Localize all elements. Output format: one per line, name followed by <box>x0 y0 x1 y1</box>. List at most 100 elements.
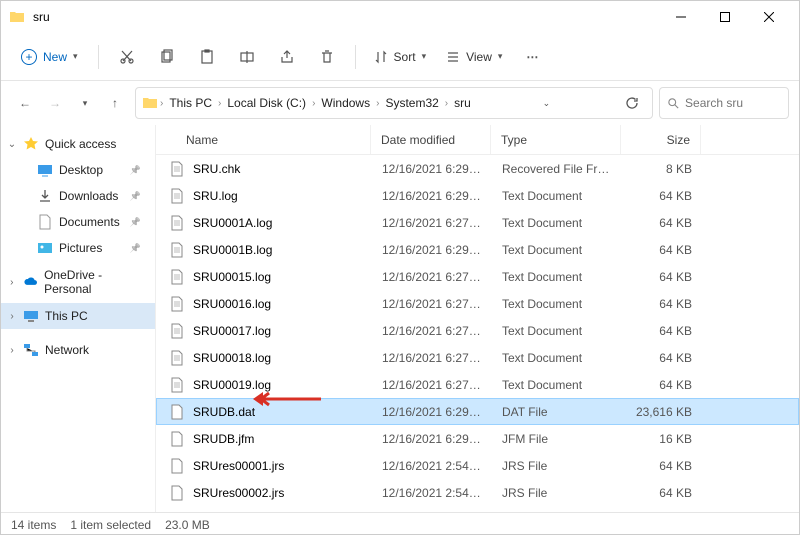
file-row[interactable]: SRUDB.dat12/16/2021 6:29 PMDAT File23,61… <box>156 398 799 425</box>
file-size: 64 KB <box>622 486 702 500</box>
file-size: 23,616 KB <box>622 405 702 419</box>
file-type: Text Document <box>492 324 622 338</box>
file-row[interactable]: SRUres00002.jrs12/16/2021 2:54 PMJRS Fil… <box>156 479 799 506</box>
forward-button[interactable]: → <box>41 89 69 117</box>
breadcrumb-item[interactable]: Local Disk (C:) <box>223 94 310 112</box>
breadcrumb-item[interactable]: Windows <box>317 94 374 112</box>
share-button[interactable] <box>269 41 305 73</box>
file-row[interactable]: SRU.chk12/16/2021 6:29 PMRecovered File … <box>156 155 799 182</box>
new-label: New <box>43 50 67 64</box>
close-button[interactable] <box>747 3 791 31</box>
sidebar-label: Desktop <box>59 163 103 177</box>
file-row[interactable]: SRU0001B.log12/16/2021 6:29 PMText Docum… <box>156 236 799 263</box>
sidebar-label: Network <box>45 343 89 357</box>
file-name: SRUDB.dat <box>193 405 255 419</box>
column-size[interactable]: Size <box>621 125 701 154</box>
chevron-right-icon: › <box>7 277 17 288</box>
file-name: SRU00016.log <box>193 297 271 311</box>
file-size: 64 KB <box>622 324 702 338</box>
file-size: 64 KB <box>622 189 702 203</box>
search-icon <box>668 97 679 110</box>
column-name[interactable]: Name <box>156 125 371 154</box>
address-dropdown[interactable]: ⌄ <box>532 89 560 117</box>
file-size: 64 KB <box>622 459 702 473</box>
breadcrumb-item[interactable]: System32 <box>381 94 442 112</box>
status-size: 23.0 MB <box>165 518 210 532</box>
sidebar-quick-access[interactable]: ⌄ Quick access <box>1 131 155 157</box>
chevron-right-icon: › <box>7 311 17 322</box>
breadcrumb-sep: › <box>312 98 315 109</box>
more-button[interactable]: ⋯ <box>514 41 550 73</box>
pc-icon <box>23 308 39 324</box>
file-name: SRU00018.log <box>193 351 271 365</box>
up-button[interactable]: ↑ <box>101 89 129 117</box>
chevron-right-icon: › <box>7 345 17 356</box>
file-row[interactable]: SRU00015.log12/16/2021 6:27 PMText Docum… <box>156 263 799 290</box>
file-row[interactable]: SRUtmp.log12/16/2021 2:54 PMText Documen… <box>156 506 799 512</box>
file-date: 12/16/2021 6:27 PM <box>372 324 492 338</box>
refresh-button[interactable] <box>618 89 646 117</box>
chevron-down-icon: ▾ <box>73 51 78 62</box>
rename-button[interactable] <box>229 41 265 73</box>
sort-icon <box>374 50 388 64</box>
view-icon <box>446 50 460 64</box>
breadcrumb-sep: › <box>160 98 163 109</box>
file-row[interactable]: SRUres00001.jrs12/16/2021 2:54 PMJRS Fil… <box>156 452 799 479</box>
file-size: 64 KB <box>622 270 702 284</box>
column-type[interactable]: Type <box>491 125 621 154</box>
sidebar-pictures[interactable]: Pictures <box>1 235 155 261</box>
file-date: 12/16/2021 6:29 PM <box>372 432 492 446</box>
star-icon <box>23 136 39 152</box>
file-type: Text Document <box>492 243 622 257</box>
file-row[interactable]: SRU00016.log 12/16/2021 6:27 PMText Docum… <box>156 290 799 317</box>
file-list-pane: Name Date modified Type Size SRU.chk12/1… <box>156 125 799 512</box>
file-row[interactable]: SRU00017.log12/16/2021 6:27 PMText Docum… <box>156 317 799 344</box>
cut-button[interactable] <box>109 41 145 73</box>
sidebar-onedrive[interactable]: › OneDrive - Personal <box>1 269 155 295</box>
breadcrumb-sep: › <box>218 98 221 109</box>
file-date: 12/16/2021 6:27 PM <box>372 297 492 311</box>
delete-button[interactable] <box>309 41 345 73</box>
breadcrumb-item[interactable]: This PC <box>165 94 216 112</box>
view-button[interactable]: View ▾ <box>438 46 510 68</box>
file-date: 12/16/2021 6:29 PM <box>372 405 492 419</box>
search-input[interactable] <box>685 96 780 110</box>
file-rows: SRU.chk12/16/2021 6:29 PMRecovered File … <box>156 155 799 512</box>
file-name: SRU.log <box>193 189 238 203</box>
search-box[interactable] <box>659 87 789 119</box>
sidebar-desktop[interactable]: Desktop <box>1 157 155 183</box>
breadcrumb-sep: › <box>445 98 448 109</box>
file-row[interactable]: SRU0001A.log12/16/2021 6:27 PMText Docum… <box>156 209 799 236</box>
file-type: Text Document <box>492 297 622 311</box>
sidebar-network[interactable]: › Network <box>1 337 155 363</box>
desktop-icon <box>37 162 53 178</box>
status-count: 14 items <box>11 518 56 532</box>
file-row[interactable]: SRU00018.log12/16/2021 6:27 PMText Docum… <box>156 344 799 371</box>
recent-button[interactable]: ▾ <box>71 89 99 117</box>
sidebar-label: Documents <box>59 215 120 229</box>
file-row[interactable]: SRU00019.log12/16/2021 6:27 PMText Docum… <box>156 371 799 398</box>
file-name: SRUres00002.jrs <box>193 486 284 500</box>
file-size: 16 KB <box>622 432 702 446</box>
file-type: Text Document <box>492 189 622 203</box>
file-size: 64 KB <box>622 378 702 392</box>
column-date[interactable]: Date modified <box>371 125 491 154</box>
maximize-button[interactable] <box>703 3 747 31</box>
sidebar-this-pc[interactable]: › This PC <box>1 303 155 329</box>
title-bar: sru <box>1 1 799 33</box>
file-row[interactable]: SRUDB.jfm12/16/2021 6:29 PMJFM File16 KB <box>156 425 799 452</box>
minimize-button[interactable] <box>659 3 703 31</box>
paste-button[interactable] <box>189 41 225 73</box>
sidebar-downloads[interactable]: Downloads <box>1 183 155 209</box>
address-bar[interactable]: › This PC › Local Disk (C:) › Windows › … <box>135 87 653 119</box>
file-size: 64 KB <box>622 216 702 230</box>
breadcrumb-item[interactable]: sru <box>450 94 475 112</box>
file-row[interactable]: SRU.log12/16/2021 6:29 PMText Document64… <box>156 182 799 209</box>
sidebar-documents[interactable]: Documents <box>1 209 155 235</box>
copy-button[interactable] <box>149 41 185 73</box>
new-button[interactable]: + New ▾ <box>11 43 88 71</box>
back-button[interactable]: ← <box>11 89 39 117</box>
sort-button[interactable]: Sort ▾ <box>366 46 435 68</box>
network-icon <box>23 342 39 358</box>
file-type: JRS File <box>492 486 622 500</box>
